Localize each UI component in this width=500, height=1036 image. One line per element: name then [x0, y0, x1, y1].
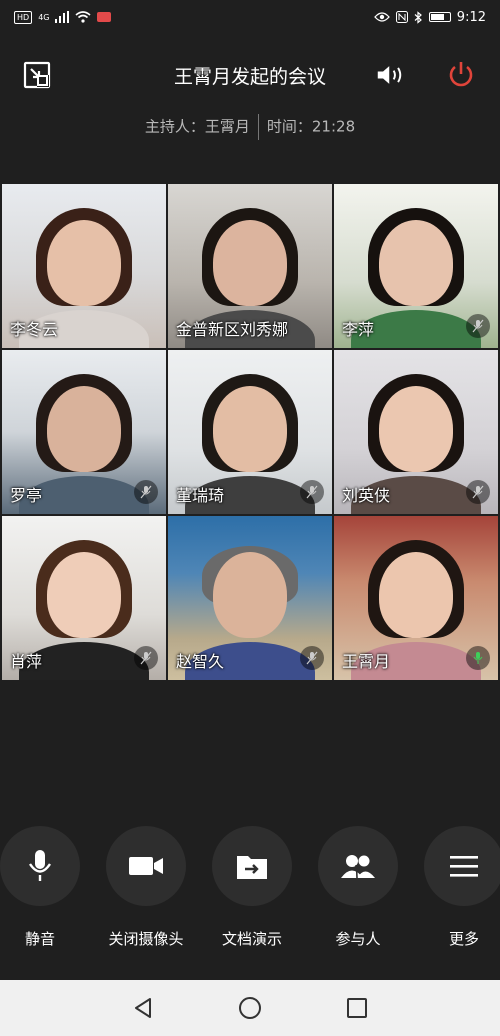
status-left: HD 4G — [14, 10, 112, 24]
participant-tile[interactable]: 赵智久 — [168, 516, 332, 680]
video-figure-face — [379, 552, 453, 638]
network-label: 4G — [38, 12, 50, 22]
folder-share-icon — [237, 856, 267, 879]
participant-name: 李萍 — [342, 320, 375, 339]
home-circle-icon — [238, 997, 261, 1019]
muted-indicator — [134, 646, 158, 670]
host-label: 主持人：王霄月 — [144, 117, 250, 136]
video-figure-face — [379, 220, 453, 306]
participant-name: 董瑞琦 — [176, 486, 225, 505]
mic-muted-icon — [140, 651, 152, 665]
muted-indicator — [466, 314, 490, 338]
participants-button[interactable]: 参与人 — [310, 826, 406, 949]
video-figure-face — [379, 386, 453, 472]
participant-tile[interactable]: 李萍 — [334, 184, 498, 348]
participant-tile[interactable]: 肖萍 — [2, 516, 166, 680]
battery-icon — [428, 12, 451, 22]
mic-active-icon — [473, 652, 483, 664]
nav-recents-button[interactable] — [342, 993, 372, 1023]
back-triangle-icon — [135, 998, 152, 1018]
hd-badge: HD — [14, 10, 33, 24]
video-figure-face — [213, 552, 287, 638]
participant-tile[interactable]: 王霄月 — [334, 516, 498, 680]
meeting-toolbar: 静音 关闭摄像头 文档演示 参与人 更多 — [0, 826, 500, 949]
video-figure-face — [47, 220, 121, 306]
camera-label: 关闭摄像头 — [108, 930, 184, 948]
video-figure-face — [47, 552, 121, 638]
end-meeting-button[interactable] — [446, 60, 476, 90]
participant-tile[interactable]: 刘英侠 — [334, 350, 498, 514]
microphone-icon — [29, 850, 51, 881]
muted-indicator — [134, 480, 158, 504]
participant-name: 赵智久 — [176, 652, 225, 671]
muted-indicator — [466, 480, 490, 504]
video-figure-face — [213, 386, 287, 472]
speaker-icon — [377, 66, 402, 84]
host-info: 主持人：王霄月 时间：21:28 — [0, 114, 500, 140]
more-button-circle[interactable] — [424, 826, 500, 906]
video-figure-face — [47, 386, 121, 472]
video-camera-icon — [129, 857, 163, 875]
participant-tile[interactable]: 李冬云 — [2, 184, 166, 348]
participant-name: 罗亭 — [10, 486, 43, 505]
more-button[interactable]: 更多 — [416, 826, 500, 949]
meeting-time-label: 时间：21:28 — [266, 117, 356, 136]
participant-tile[interactable]: 董瑞琦 — [168, 350, 332, 514]
wifi-icon — [75, 11, 92, 23]
camera-button[interactable]: 关闭摄像头 — [98, 826, 194, 949]
meeting-header: 王霄月发起的会议 — [0, 42, 500, 112]
participant-name: 金普新区刘秀娜 — [176, 320, 289, 339]
more-label: 更多 — [448, 930, 479, 948]
mic-muted-icon — [472, 485, 484, 499]
camera-button-circle[interactable] — [106, 826, 186, 906]
status-bar: HD 4G 9:12 — [0, 0, 500, 34]
meeting-screen: HD 4G 9:12 王霄月发起的会议 主持人：王霄月 时间：21:28 李冬云… — [0, 0, 500, 1036]
muted-indicator — [300, 480, 324, 504]
recording-icon — [97, 12, 112, 22]
video-figure-face — [213, 220, 287, 306]
eye-icon — [373, 12, 390, 22]
share-label: 文档演示 — [221, 930, 282, 948]
meeting-title: 王霄月发起的会议 — [173, 66, 326, 88]
speaker-button[interactable] — [376, 60, 406, 90]
video-grid: 李冬云 金普新区刘秀娜 李萍 罗亭 董瑞琦 刘英侠 肖萍 赵智久 王霄月 — [2, 184, 498, 680]
mic-muted-icon — [472, 319, 484, 333]
speaking-indicator — [466, 646, 490, 670]
recents-square-icon — [346, 998, 367, 1018]
status-right: 9:12 — [373, 9, 486, 25]
nav-home-button[interactable] — [235, 993, 265, 1023]
mic-muted-icon — [306, 651, 318, 665]
share-document-button[interactable]: 文档演示 — [204, 826, 300, 949]
clock: 9:12 — [456, 9, 486, 25]
nav-back-button[interactable] — [128, 993, 158, 1023]
divider — [257, 114, 259, 140]
menu-icon — [450, 856, 478, 877]
share-button-circle[interactable] — [212, 826, 292, 906]
muted-indicator — [300, 646, 324, 670]
mute-button[interactable]: 静音 — [0, 826, 88, 949]
power-icon — [449, 62, 473, 87]
participants-button-circle[interactable] — [318, 826, 398, 906]
participant-tile[interactable]: 金普新区刘秀娜 — [168, 184, 332, 348]
signal-icon — [55, 11, 70, 23]
participants-label: 参与人 — [335, 930, 381, 948]
mic-muted-icon — [140, 485, 152, 499]
system-navigation-bar — [0, 980, 500, 1036]
people-icon — [341, 855, 375, 879]
participant-name: 王霄月 — [342, 652, 391, 671]
mute-button-circle[interactable] — [0, 826, 80, 906]
bluetooth-icon — [414, 10, 422, 24]
mic-muted-icon — [306, 485, 318, 499]
participant-name: 刘英侠 — [342, 486, 391, 505]
participant-name: 肖萍 — [10, 652, 43, 671]
mute-label: 静音 — [24, 930, 55, 948]
nfc-icon — [395, 11, 408, 23]
participant-name: 李冬云 — [10, 320, 59, 339]
participant-tile[interactable]: 罗亭 — [2, 350, 166, 514]
